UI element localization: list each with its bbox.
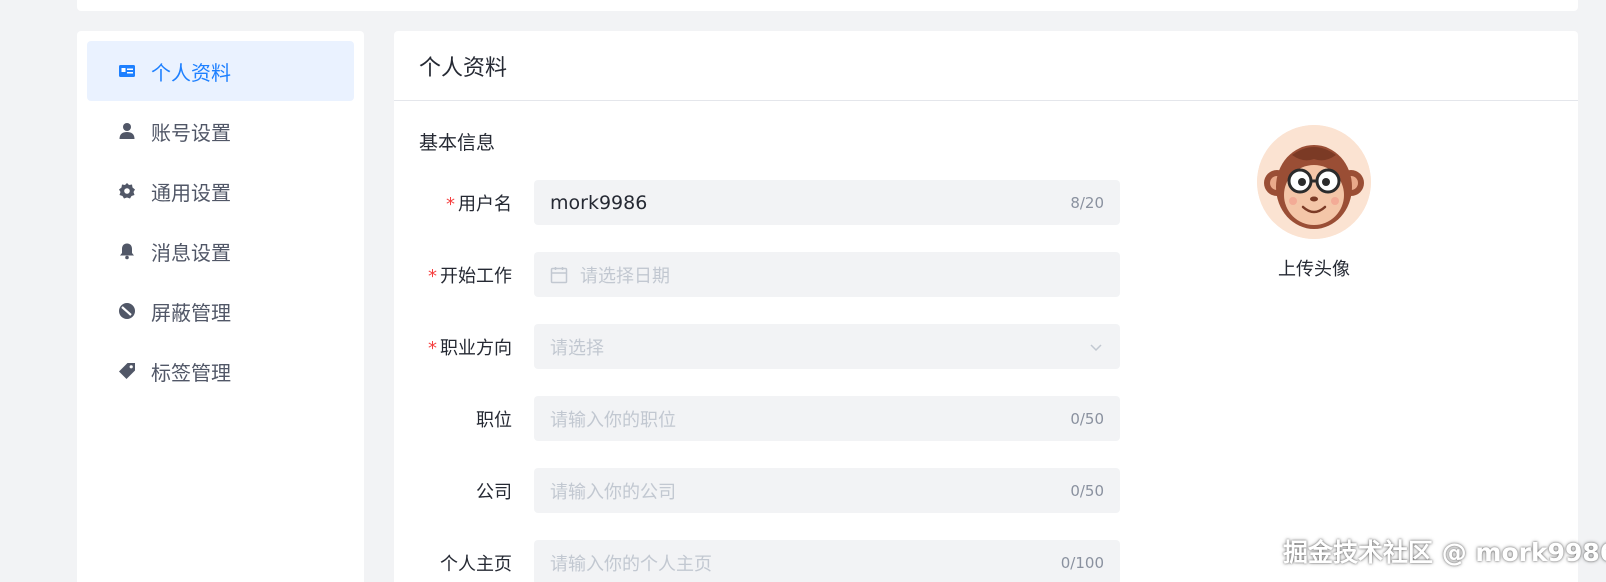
- bell-icon: [117, 241, 137, 261]
- sidebar-item-label: 个人资料: [151, 60, 231, 85]
- user-icon: [117, 121, 137, 141]
- sidebar-item-label: 通用设置: [151, 180, 231, 205]
- start-work-label: * 开始工作: [428, 265, 512, 287]
- username-value: mork9986: [550, 191, 648, 214]
- homepage-input[interactable]: 请输入你的个人主页 0/100: [534, 540, 1120, 582]
- sidebar-item-label: 标签管理: [151, 360, 231, 385]
- sidebar-item-block[interactable]: 屏蔽管理: [87, 281, 354, 341]
- main-panel: 个人资料 基本信息 * 用户名 mork9986 8/20 * 开始工作 请选择日期…: [394, 31, 1578, 582]
- username-row: * 用户名 mork9986 8/20: [394, 180, 1120, 225]
- block-icon: [117, 301, 137, 321]
- profile-card-icon: [117, 61, 137, 81]
- company-count: 0/50: [1070, 481, 1104, 500]
- sidebar-item-label: 消息设置: [151, 240, 231, 265]
- username-count: 8/20: [1070, 193, 1104, 212]
- start-work-date-picker[interactable]: 请选择日期: [534, 252, 1120, 297]
- company-placeholder: 请输入你的公司: [550, 481, 676, 503]
- sidebar-item-label: 屏蔽管理: [151, 300, 231, 325]
- sidebar-item-general[interactable]: 通用设置: [87, 161, 354, 221]
- chevron-down-icon: [1088, 339, 1104, 355]
- homepage-row: 个人主页 请输入你的个人主页 0/100: [394, 540, 1120, 582]
- company-label: 公司: [476, 481, 512, 503]
- position-row: 职位 请输入你的职位 0/50: [394, 396, 1120, 441]
- monkey-avatar-icon: [1257, 125, 1371, 239]
- position-placeholder: 请输入你的职位: [550, 409, 676, 431]
- homepage-placeholder: 请输入你的个人主页: [550, 553, 712, 575]
- company-input[interactable]: 请输入你的公司 0/50: [534, 468, 1120, 513]
- avatar[interactable]: [1257, 125, 1371, 239]
- required-mark: *: [428, 265, 437, 287]
- username-input[interactable]: mork9986 8/20: [534, 180, 1120, 225]
- homepage-count: 0/100: [1060, 553, 1104, 572]
- sidebar-item-label: 账号设置: [151, 120, 231, 145]
- page-title: 个人资料: [394, 31, 1578, 101]
- career-label: * 职业方向: [428, 337, 512, 359]
- username-label: * 用户名: [446, 193, 512, 215]
- position-count: 0/50: [1070, 409, 1104, 428]
- company-row: 公司 请输入你的公司 0/50: [394, 468, 1120, 513]
- homepage-label: 个人主页: [440, 553, 512, 575]
- avatar-upload[interactable]: 上传头像: [1254, 125, 1374, 281]
- position-label: 职位: [476, 409, 512, 431]
- start-work-placeholder: 请选择日期: [580, 265, 670, 287]
- tag-icon: [117, 361, 137, 381]
- career-placeholder: 请选择: [550, 337, 604, 359]
- sidebar-item-message[interactable]: 消息设置: [87, 221, 354, 281]
- top-bar: [77, 0, 1578, 11]
- watermark: 掘金技术社区 @ mork9986: [1283, 538, 1606, 567]
- sidebar-item-profile[interactable]: 个人资料: [87, 41, 354, 101]
- upload-avatar-label[interactable]: 上传头像: [1254, 255, 1374, 281]
- gear-icon: [117, 181, 137, 201]
- sidebar-item-tags[interactable]: 标签管理: [87, 341, 354, 401]
- required-mark: *: [446, 193, 455, 215]
- career-select[interactable]: 请选择: [534, 324, 1120, 369]
- calendar-icon: [550, 266, 568, 284]
- required-mark: *: [428, 337, 437, 359]
- career-row: * 职业方向 请选择: [394, 324, 1120, 369]
- position-input[interactable]: 请输入你的职位 0/50: [534, 396, 1120, 441]
- start-work-row: * 开始工作 请选择日期: [394, 252, 1120, 297]
- sidebar: 个人资料 账号设置 通用设置 消息设置 屏蔽管理 标签管理: [77, 31, 364, 582]
- sidebar-item-account[interactable]: 账号设置: [87, 101, 354, 161]
- section-title: 基本信息: [419, 132, 496, 154]
